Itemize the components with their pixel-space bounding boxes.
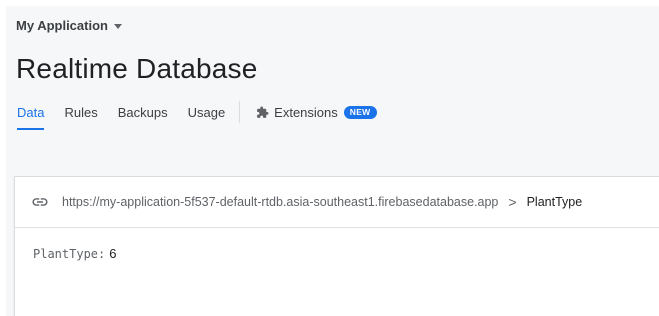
extensions-icon <box>256 106 269 119</box>
data-entry-row[interactable]: PlantType: 6 <box>15 228 659 261</box>
tab-bar: Data Rules Backups Usage Extensions NEW <box>6 98 387 130</box>
project-selector[interactable]: My Application <box>16 18 122 33</box>
chevron-right-icon: > <box>508 194 517 210</box>
tab-label: Usage <box>187 104 226 120</box>
tab-data[interactable]: Data <box>6 98 54 130</box>
tab-label: Extensions <box>274 104 338 120</box>
database-url-link[interactable]: https://my-application-5f537-default-rtd… <box>62 195 498 209</box>
data-key: PlantType <box>33 247 99 261</box>
data-value[interactable]: 6 <box>109 246 116 261</box>
tab-backups[interactable]: Backups <box>108 98 178 126</box>
current-node-label: PlantType <box>526 195 583 209</box>
new-badge: NEW <box>343 105 377 119</box>
tab-label: Backups <box>117 104 168 120</box>
database-panel: https://my-application-5f537-default-rtd… <box>14 176 659 316</box>
tab-usage[interactable]: Usage <box>178 98 236 126</box>
tab-label: Data <box>17 104 45 120</box>
tab-divider <box>239 101 241 123</box>
breadcrumb: https://my-application-5f537-default-rtd… <box>15 177 659 228</box>
tab-rules[interactable]: Rules <box>54 98 107 126</box>
link-icon[interactable] <box>31 193 49 211</box>
console-page: My Application Realtime Database Data Ru… <box>6 6 659 316</box>
data-colon: : <box>98 247 106 261</box>
page-title: Realtime Database <box>16 53 258 84</box>
chevron-down-icon <box>113 24 122 29</box>
tab-extensions[interactable]: Extensions NEW <box>246 98 386 126</box>
tab-label: Rules <box>64 104 98 120</box>
project-name: My Application <box>16 18 108 33</box>
